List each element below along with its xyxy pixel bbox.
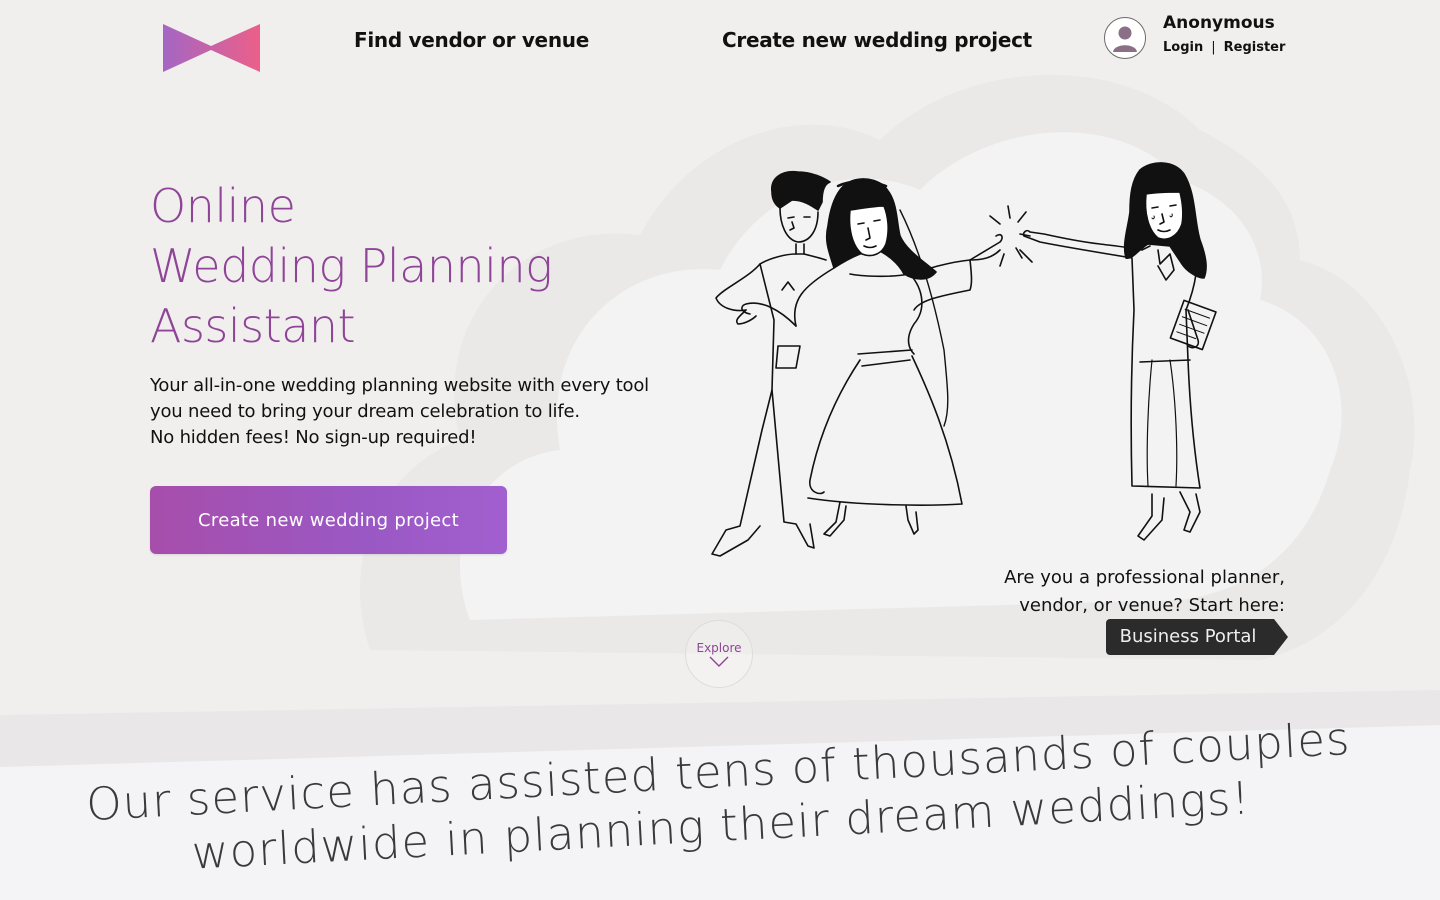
bowtie-logo[interactable] — [163, 24, 260, 72]
auth-separator: | — [1211, 40, 1216, 55]
auth-links: Login | Register — [1163, 40, 1285, 55]
hero-title: Online Wedding Planning Assistant — [150, 176, 553, 356]
planner-figure — [1022, 162, 1217, 541]
nav-find-vendor-link[interactable]: Find vendor or venue — [354, 28, 589, 52]
hero-title-line: Assistant — [150, 299, 356, 353]
wedding-couple-planner-illustration — [711, 162, 1217, 557]
business-portal-button[interactable]: Business Portal — [1106, 619, 1288, 655]
hero-description-line: No hidden fees! No sign-up required! — [150, 427, 477, 448]
login-link[interactable]: Login — [1163, 40, 1203, 55]
hero-description: Your all-in-one wedding planning website… — [150, 373, 710, 451]
hero-title-line: Wedding Planning — [150, 239, 553, 293]
pro-text-line: Are you a professional planner, — [1004, 567, 1285, 588]
chevron-down-icon — [709, 656, 729, 667]
hero-title-line: Online — [150, 179, 296, 233]
pro-text-line: vendor, or venue? Start here: — [1019, 595, 1285, 616]
hero-description-line: Your all-in-one wedding planning website… — [150, 375, 649, 396]
user-avatar-icon[interactable] — [1104, 17, 1146, 59]
create-project-button[interactable]: Create new wedding project — [150, 486, 507, 554]
nav-create-project-link[interactable]: Create new wedding project — [722, 28, 1032, 52]
hero-description-line: you need to bring your dream celebration… — [150, 401, 580, 422]
explore-button[interactable]: Explore — [685, 620, 753, 688]
explore-label: Explore — [696, 641, 742, 655]
user-name: Anonymous — [1163, 13, 1275, 33]
register-link[interactable]: Register — [1224, 40, 1286, 55]
pro-invitation-text: Are you a professional planner, vendor, … — [1004, 564, 1285, 620]
